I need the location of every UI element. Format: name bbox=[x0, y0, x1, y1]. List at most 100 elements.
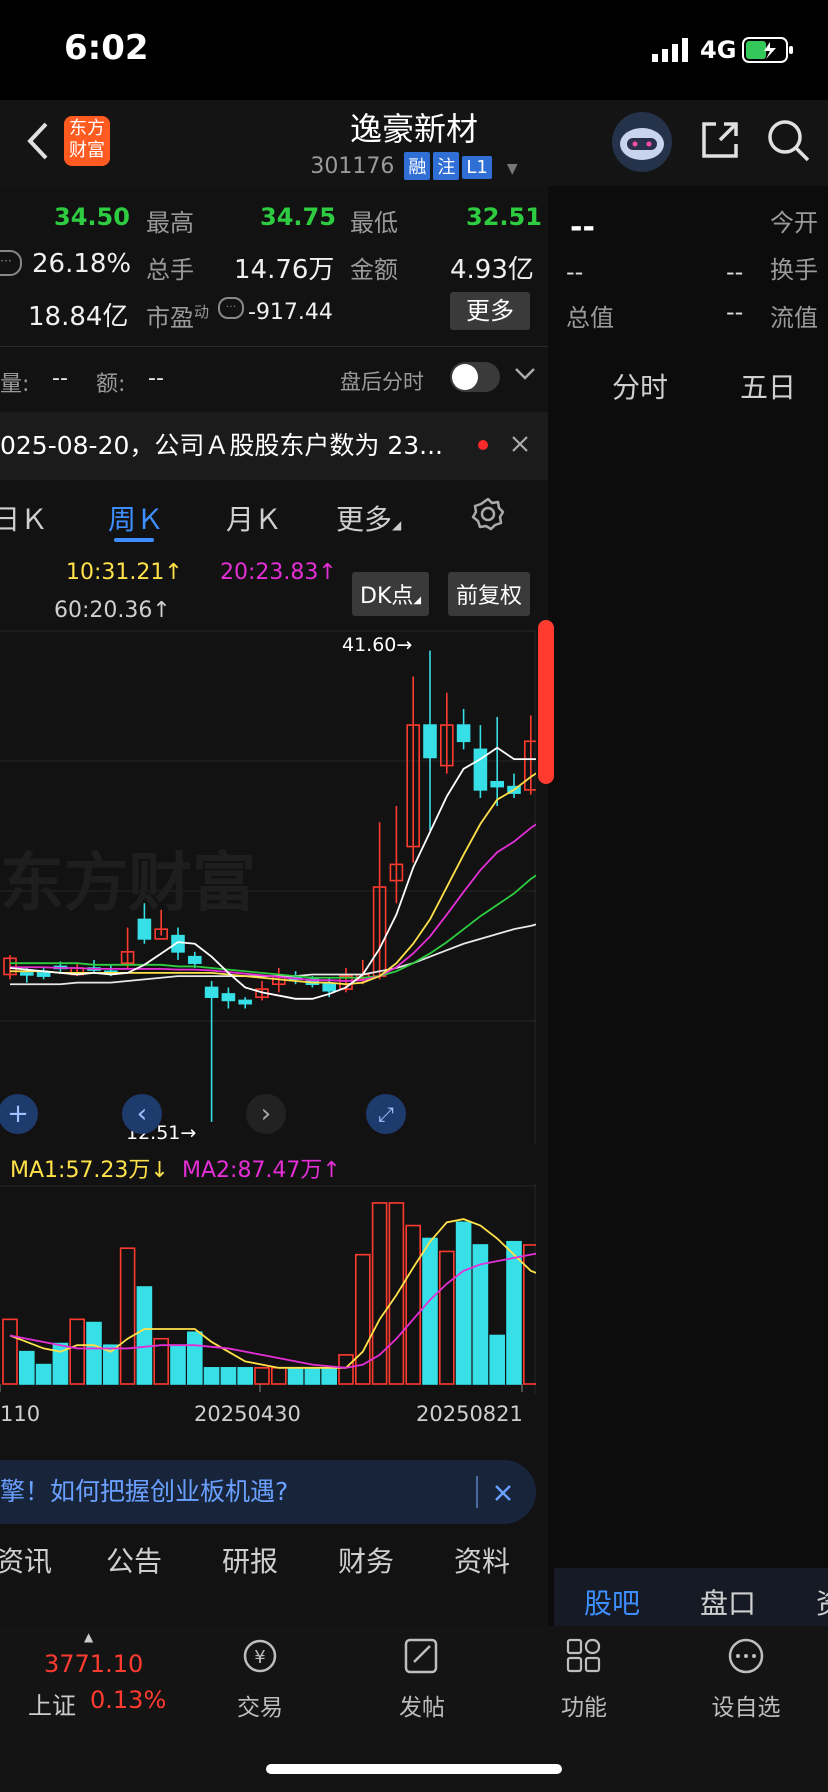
trade-icon[interactable]: ¥ bbox=[200, 1636, 320, 1684]
ma60-legend: 60:20.36↑ bbox=[54, 598, 171, 623]
high-label: 最高 bbox=[146, 209, 194, 237]
volume-bar bbox=[422, 1237, 438, 1385]
pe-value: -917.44 bbox=[248, 300, 333, 325]
tab-financials[interactable]: 财务 bbox=[338, 1540, 394, 1580]
volume-bar bbox=[2, 1318, 18, 1385]
volume-bar bbox=[136, 1286, 153, 1385]
quote-price: 34.50 bbox=[54, 203, 130, 231]
info-tabs: 资讯 公告 研报 财务 资料 bbox=[0, 1540, 548, 1610]
footer-watchlist[interactable]: 设自选 bbox=[686, 1688, 806, 1722]
candle-body bbox=[490, 780, 505, 788]
volume-bar bbox=[254, 1367, 270, 1385]
volume-chart[interactable] bbox=[0, 1184, 556, 1394]
tab-more[interactable]: 更多◢ bbox=[336, 498, 401, 538]
footer-function[interactable]: 功能 bbox=[524, 1688, 644, 1722]
tab-notices[interactable]: 公告 bbox=[106, 1540, 162, 1580]
tab-more-right[interactable]: 资 bbox=[816, 1582, 828, 1622]
vol-ma2-legend: MA2:87.47万↑ bbox=[182, 1158, 341, 1183]
announcement-bar[interactable]: 025-08-20，公司Ａ股股东户数为 23... bbox=[0, 412, 548, 480]
volume-bar bbox=[287, 1367, 304, 1385]
promo-banner[interactable]: 擎！如何把握创业板机遇? bbox=[0, 1460, 536, 1524]
after-hours-label: 盘后分时 bbox=[340, 370, 424, 394]
tab-pankou[interactable]: 盘口 bbox=[700, 1582, 756, 1622]
volume-bar bbox=[506, 1240, 522, 1385]
volume-label: 总手 bbox=[146, 256, 194, 284]
chevron-right-icon[interactable]: › bbox=[246, 1094, 286, 1134]
after-hours-vol: -- bbox=[52, 366, 68, 391]
chevron-down-icon[interactable] bbox=[514, 366, 536, 386]
divider bbox=[0, 346, 548, 347]
x-label-left: 110 bbox=[0, 1402, 41, 1426]
chevron-left-icon[interactable]: ‹ bbox=[122, 1094, 162, 1134]
tag-register: 注 bbox=[433, 152, 460, 180]
index-change: 0.13% bbox=[90, 1686, 167, 1714]
footer-trade[interactable]: 交易 bbox=[200, 1688, 320, 1722]
more-button[interactable]: 更多 bbox=[450, 292, 530, 330]
index-value[interactable]: 3771.10 bbox=[44, 1650, 143, 1678]
watermark: 东方财富 bbox=[0, 847, 256, 921]
close-icon[interactable] bbox=[510, 434, 530, 458]
amount-label: 金额 bbox=[350, 256, 398, 284]
banner-close-icon[interactable] bbox=[494, 1484, 512, 1506]
announcement-text: 025-08-20，公司Ａ股股东户数为 23... bbox=[0, 431, 443, 460]
volume-svg bbox=[0, 1184, 556, 1394]
network-type: 4G bbox=[700, 36, 737, 64]
pe-superscript: 动 bbox=[194, 303, 210, 321]
tab-guba[interactable]: 股吧 bbox=[584, 1582, 640, 1622]
avatar[interactable] bbox=[612, 112, 672, 172]
open-label: 今开 bbox=[770, 209, 818, 237]
turnover-rate: 26.18% bbox=[32, 249, 132, 279]
volume-bar bbox=[489, 1334, 506, 1385]
volume-bar bbox=[237, 1367, 253, 1385]
function-grid-icon[interactable] bbox=[524, 1636, 644, 1684]
volume-bar bbox=[187, 1331, 203, 1385]
after-hours-amt: -- bbox=[148, 366, 164, 391]
index-up-arrow-icon: ▲ bbox=[84, 1630, 94, 1644]
chevron-down-icon[interactable]: ▼ bbox=[507, 161, 518, 177]
back-icon[interactable] bbox=[26, 120, 50, 166]
settings-gear-icon[interactable] bbox=[470, 496, 506, 536]
candle-body bbox=[456, 724, 471, 743]
volume-bar bbox=[455, 1221, 472, 1385]
fullscreen-icon[interactable]: ⤢ bbox=[366, 1094, 406, 1134]
volume-bar bbox=[304, 1367, 321, 1385]
tab-five-day[interactable]: 五日 bbox=[740, 366, 796, 406]
tab-news[interactable]: 资讯 bbox=[0, 1540, 52, 1580]
tab-month-k[interactable]: 月Ｋ bbox=[226, 498, 282, 538]
ma20-legend: 20:23.83↑ bbox=[220, 560, 337, 585]
candle-body bbox=[423, 724, 437, 759]
share-icon[interactable] bbox=[698, 118, 742, 166]
turnover-label: 换手 bbox=[770, 256, 818, 284]
right-bottom-tabs: 股吧 盘口 资 bbox=[554, 1568, 828, 1626]
low-label: 最低 bbox=[350, 209, 398, 237]
tab-day-k[interactable]: 日Ｋ bbox=[0, 498, 48, 538]
ma10-legend: 10:31.21↑ bbox=[66, 560, 183, 585]
pe-label: 市盈动 bbox=[146, 303, 210, 332]
add-watchlist-icon[interactable] bbox=[686, 1636, 806, 1684]
vol-ma1-legend: MA1:57.23万↓ bbox=[10, 1158, 169, 1183]
volume-bar bbox=[203, 1367, 220, 1385]
tab-minute[interactable]: 分时 bbox=[612, 366, 668, 406]
volume-bar bbox=[321, 1367, 338, 1385]
search-icon[interactable] bbox=[766, 118, 810, 166]
dk-point-button[interactable]: DK点◢ bbox=[352, 572, 430, 616]
pe-dots-icon[interactable]: ··· bbox=[218, 297, 244, 319]
adjust-price-button[interactable]: 前复权 bbox=[448, 572, 531, 616]
volume-bar bbox=[69, 1318, 85, 1385]
candle-body bbox=[19, 972, 34, 976]
post-icon[interactable] bbox=[362, 1636, 482, 1684]
candle-body bbox=[322, 983, 337, 992]
candle-body bbox=[171, 934, 185, 953]
market-cap: 18.84亿 bbox=[28, 302, 129, 332]
tab-profile[interactable]: 资料 bbox=[454, 1540, 510, 1580]
tab-research[interactable]: 研报 bbox=[222, 1540, 278, 1580]
candle-body bbox=[204, 986, 219, 998]
high-value: 34.75 bbox=[260, 203, 336, 231]
volume-bar bbox=[86, 1321, 102, 1385]
volume-bar bbox=[220, 1367, 237, 1385]
after-hours-toggle[interactable] bbox=[450, 362, 500, 392]
footer-post[interactable]: 发帖 bbox=[362, 1688, 482, 1722]
tab-week-k[interactable]: 周Ｋ bbox=[108, 498, 164, 538]
right-dash-2: -- bbox=[726, 258, 744, 286]
amount-value: 4.93亿 bbox=[450, 255, 534, 285]
